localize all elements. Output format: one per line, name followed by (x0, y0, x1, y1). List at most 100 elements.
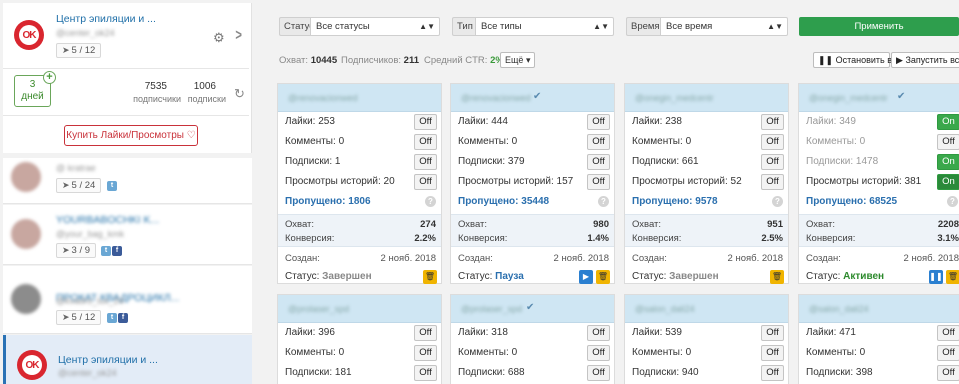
stop-all-button[interactable]: ❚❚ Остановить все (813, 52, 901, 68)
list-item[interactable]: YOURBABOCHKI K... @your_bag_kmk ➤ 3 / 9 t… (3, 205, 252, 265)
subscriptions-text: Подписки: 398 (806, 367, 873, 378)
comments-toggle[interactable]: Off (761, 345, 784, 361)
subscriptions-toggle[interactable]: Off (937, 365, 959, 381)
comments-toggle[interactable]: Off (414, 134, 437, 150)
card-handle: @salon_dali24 (809, 304, 869, 314)
subscribers-summary-value: 211 (403, 55, 419, 66)
start-all-button[interactable]: ▶ Запустить все (891, 52, 959, 68)
likes-label: Лайки: (806, 116, 837, 127)
question-icon[interactable]: ? (772, 196, 783, 207)
likes-toggle[interactable]: Off (414, 114, 437, 130)
comments-label: Комменты: (458, 347, 509, 358)
subscriptions-text: Подписки: 181 (285, 367, 352, 378)
likes-toggle[interactable]: Off (414, 325, 437, 341)
buy-likes-button[interactable]: Купить Лайки/Просмотры ♡ (64, 125, 198, 146)
subscriptions-value: 688 (507, 367, 525, 378)
subscriptions-value: 379 (507, 156, 525, 167)
subscriptions-toggle[interactable]: Off (761, 365, 784, 381)
comments-toggle[interactable]: Off (937, 345, 959, 361)
trash-icon[interactable]: 🗑 (423, 270, 437, 284)
likes-toggle[interactable]: On (937, 114, 959, 130)
subscriptions-row: Подписки: 379 Off (451, 152, 614, 172)
active-indicator (3, 335, 6, 384)
trash-icon[interactable]: 🗑 (946, 270, 959, 284)
comments-text: Комменты: 0 (632, 347, 691, 358)
subscriptions-toggle[interactable]: Off (414, 154, 437, 170)
comments-toggle[interactable]: Off (414, 345, 437, 361)
tasks-counter: ➤ 5 / 24 (56, 178, 102, 193)
account-name[interactable]: Центр эпиляции и ... (56, 13, 156, 25)
subscriptions-toggle[interactable]: Off (587, 365, 610, 381)
question-icon[interactable]: ? (425, 196, 436, 207)
likes-toggle[interactable]: Off (761, 325, 784, 341)
gear-icon[interactable]: ⚙ (213, 30, 225, 46)
pause-icon[interactable]: ❚❚ (929, 270, 943, 284)
more-dropdown[interactable]: Ещё ▾ (500, 52, 536, 68)
stories-toggle[interactable]: Off (414, 174, 437, 190)
comments-toggle[interactable]: Off (761, 134, 784, 150)
refresh-icon[interactable]: ↻ (234, 86, 245, 102)
conversion-label: Конверсия: (632, 233, 682, 244)
skipped-text: Пропущено: 68525 (806, 196, 897, 207)
select-arrows-icon: ▲▼ (767, 22, 783, 31)
subscriptions-toggle[interactable]: Off (587, 154, 610, 170)
comments-toggle[interactable]: Off (587, 345, 610, 361)
reach-value: 980 (593, 219, 609, 230)
created-value: 2 нояб. 2018 (553, 253, 609, 264)
skipped-value: 1806 (348, 196, 371, 207)
stories-value: 20 (383, 176, 395, 187)
comments-toggle[interactable]: Off (587, 134, 610, 150)
comments-toggle[interactable]: Off (937, 134, 959, 150)
time-filter-label: Время (626, 17, 660, 36)
chevron-right-icon[interactable]: > (235, 27, 242, 45)
stats-block: Охват: 274 Конверсия: 2.2% (278, 214, 441, 247)
apply-button[interactable]: Применить (799, 17, 959, 36)
likes-toggle[interactable]: Off (761, 114, 784, 130)
comments-text: Комменты: 0 (632, 136, 691, 147)
conversion-value: 3.1% (937, 233, 959, 244)
type-filter-select[interactable]: Все типы ▲▼ (475, 17, 614, 36)
stories-label: Просмотры историй: (806, 176, 902, 187)
created-row: Создан: 2 нояб. 2018 (451, 247, 614, 266)
likes-toggle[interactable]: Off (587, 325, 610, 341)
trash-icon[interactable]: 🗑 (596, 270, 610, 284)
status-filter-value: Все статусы (316, 21, 370, 32)
list-item-active[interactable]: OK Центр эпиляции и ... @center_ok24 (3, 335, 252, 384)
reach-label: Охват: (285, 219, 315, 230)
likes-label: Лайки: (632, 116, 663, 127)
stories-row: Просмотры историй: 52 Off (625, 172, 788, 192)
reach-summary-value: 10445 (310, 55, 338, 66)
status-value: Завершен (322, 271, 372, 282)
list-item[interactable]: @ kratrae ➤ 5 / 24 t (3, 158, 252, 204)
status-value: Пауза (495, 271, 524, 282)
select-arrows-icon: ▲▼ (593, 22, 609, 31)
add-days-icon[interactable]: + (43, 71, 56, 84)
conversion-value: 2.2% (414, 233, 436, 244)
skipped-text: Пропущено: 1806 (285, 196, 371, 207)
question-icon[interactable]: ? (598, 196, 609, 207)
stories-row: Просмотры историй: 157 Off (451, 172, 614, 192)
likes-text: Лайки: 318 (458, 327, 508, 338)
stories-toggle[interactable]: Off (587, 174, 610, 190)
stories-toggle[interactable]: Off (761, 174, 784, 190)
divider (3, 115, 249, 116)
likes-text: Лайки: 444 (458, 116, 508, 127)
likes-text: Лайки: 471 (806, 327, 856, 338)
card-handle: @renovacionwed (288, 93, 358, 103)
subscriptions-toggle[interactable]: Off (414, 365, 437, 381)
card-header: @onegin_medcentr ✔ (799, 84, 959, 112)
likes-toggle[interactable]: Off (937, 325, 959, 341)
play-icon[interactable]: ▶ (579, 270, 593, 284)
account-avatar[interactable]: OK (14, 20, 44, 50)
question-icon[interactable]: ? (947, 196, 958, 207)
trash-icon[interactable]: 🗑 (770, 270, 784, 284)
subscriptions-toggle[interactable]: Off (761, 154, 784, 170)
conversion-label: Конверсия: (806, 233, 856, 244)
subscriptions-toggle[interactable]: On (937, 154, 959, 170)
status-filter-select[interactable]: Все статусы ▲▼ (310, 17, 440, 36)
list-item[interactable]: ПРОКАТ КВАДРОЦИКЛ... @kvadro_lux_24 ➤ 5 /… (3, 266, 252, 334)
stories-toggle[interactable]: On (937, 174, 959, 190)
select-arrows-icon: ▲▼ (419, 22, 435, 31)
likes-toggle[interactable]: Off (587, 114, 610, 130)
time-filter-select[interactable]: Все время ▲▼ (660, 17, 788, 36)
